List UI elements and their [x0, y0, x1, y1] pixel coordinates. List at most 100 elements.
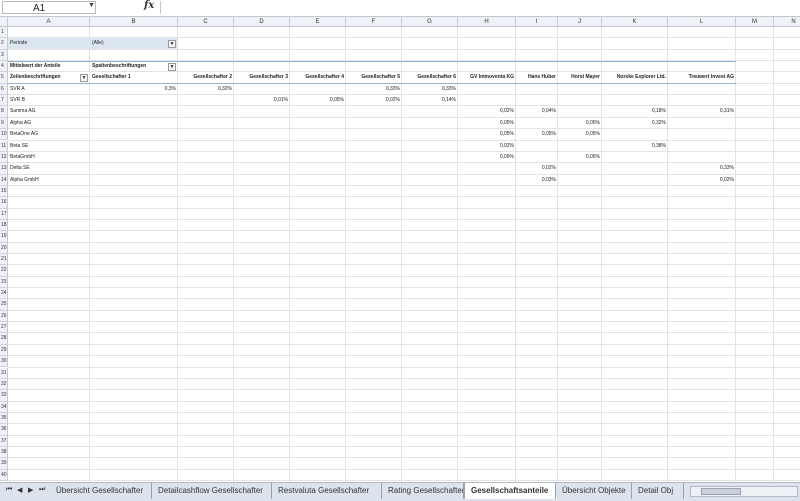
column-header-g[interactable]: G — [402, 17, 458, 27]
first-sheet-icon[interactable]: ⏮ — [6, 486, 12, 494]
pivot-row-label-cell[interactable]: Beta SE — [10, 141, 88, 152]
row-header[interactable]: 3 — [0, 49, 8, 62]
row-header[interactable]: 21 — [0, 254, 8, 266]
pivot-value-cell[interactable]: 0,01% — [236, 95, 288, 106]
row-header[interactable]: 22 — [0, 265, 8, 277]
pivot-value-cell[interactable]: 0,14% — [404, 95, 456, 106]
column-header-c[interactable]: C — [178, 17, 234, 27]
pivot-value-cell[interactable]: 0,09% — [460, 152, 514, 163]
column-header-b[interactable]: B — [90, 17, 178, 27]
pivot-value-cell[interactable]: 0,33% — [670, 163, 734, 174]
pivot-value-cell[interactable]: 0,05% — [460, 118, 514, 129]
row-header[interactable]: 38 — [0, 446, 8, 459]
row-header[interactable]: 10 — [0, 129, 8, 141]
row-header[interactable]: 11 — [0, 140, 8, 152]
column-header-d[interactable]: D — [234, 17, 290, 27]
column-header-h[interactable]: H — [458, 17, 516, 27]
row-header[interactable]: 37 — [0, 435, 8, 447]
row-header[interactable]: 34 — [0, 401, 8, 413]
pivot-value-cell[interactable]: 0,38% — [604, 141, 666, 152]
row-header[interactable]: 7 — [0, 95, 8, 107]
row-header[interactable]: 23 — [0, 276, 8, 289]
pivot-value-cell[interactable]: 0,33% — [348, 84, 400, 95]
pivot-value-cell[interactable]: 0,05% — [560, 152, 600, 163]
column-header-i[interactable]: I — [516, 17, 558, 27]
spreadsheet-grid[interactable]: A B C D E F G H I J K L M N 1 2 3 4 5 6 7 8 9 10 11 12 13 14 15 16 17 1… — [0, 17, 800, 482]
sheet-tab[interactable]: Restvaluta Gesellschafter — [272, 483, 382, 499]
column-header-m[interactable]: M — [736, 17, 774, 27]
row-header[interactable]: 39 — [0, 458, 8, 470]
pivot-value-cell[interactable]: 0,05% — [518, 129, 556, 140]
formula-input[interactable] — [160, 1, 800, 14]
sheet-tab[interactable]: Rating Gesellschafter — [382, 483, 464, 499]
row-header[interactable]: 8 — [0, 106, 8, 118]
pivot-value-cell[interactable]: 0,04% — [518, 106, 556, 117]
pivot-value-cell[interactable]: 0,33% — [404, 84, 456, 95]
column-header-n[interactable]: N — [774, 17, 800, 27]
column-header-l[interactable]: L — [668, 17, 736, 27]
pivot-value-cell[interactable]: 0,31% — [670, 106, 734, 117]
pivot-value-cell[interactable]: 0,32% — [180, 84, 232, 95]
pivot-value-label[interactable]: Mittelwert der Anteile — [10, 61, 88, 72]
filter-dropdown-icon[interactable]: ▼ — [168, 39, 176, 48]
pivot-value-cell[interactable]: 0,05% — [560, 118, 600, 129]
row-header[interactable]: 12 — [0, 151, 8, 164]
column-header-a[interactable]: A — [8, 17, 90, 27]
row-header[interactable]: 30 — [0, 356, 8, 368]
pivot-row-label-cell[interactable]: SVR B — [10, 95, 88, 106]
row-header[interactable]: 14 — [0, 174, 8, 186]
pivot-value-cell[interactable]: 0,32% — [604, 118, 666, 129]
row-header[interactable]: 18 — [0, 219, 8, 232]
row-header[interactable]: 1 — [0, 27, 8, 39]
pivot-filter-label[interactable]: Periode — [10, 38, 88, 49]
sheet-tab[interactable]: Detail Obj — [632, 483, 684, 499]
row-header[interactable]: 6 — [0, 83, 8, 96]
pivot-value-cell[interactable]: 0,03% — [518, 175, 556, 186]
row-header[interactable]: 24 — [0, 288, 8, 300]
pivot-value-cell[interactable]: 0,05% — [292, 95, 344, 106]
pivot-value-cell[interactable]: 0,02% — [348, 95, 400, 106]
last-sheet-icon[interactable]: ⏭ — [39, 486, 45, 494]
pivot-value-cell[interactable]: 0,02% — [670, 175, 734, 186]
pivot-row-label-cell[interactable]: Alpha AG — [10, 118, 88, 129]
chevron-down-icon[interactable]: ▼ — [88, 2, 95, 9]
row-header[interactable]: 31 — [0, 367, 8, 379]
column-header-f[interactable]: F — [346, 17, 402, 27]
row-header[interactable]: 36 — [0, 424, 8, 436]
pivot-value-cell[interactable]: 0,05% — [460, 129, 514, 140]
name-box[interactable]: A1 — [2, 1, 96, 14]
row-header[interactable]: 13 — [0, 163, 8, 175]
prev-sheet-icon[interactable]: ◀ — [17, 486, 22, 494]
row-header[interactable]: 2 — [0, 38, 8, 50]
pivot-value-cell[interactable]: 0,02% — [460, 106, 514, 117]
column-filter-icon[interactable]: ▼ — [168, 62, 176, 71]
pivot-row-label-cell[interactable]: Delta SE — [10, 163, 88, 174]
row-header[interactable]: 5 — [0, 72, 8, 84]
pivot-row-label-cell[interactable]: Summa AG — [10, 106, 88, 117]
row-header[interactable]: 15 — [0, 185, 8, 198]
row-filter-icon[interactable]: ▼ — [80, 73, 88, 82]
pivot-value-cell[interactable]: 0,02% — [460, 141, 514, 152]
row-header[interactable]: 19 — [0, 231, 8, 243]
row-header[interactable]: 35 — [0, 412, 8, 425]
sheet-tab[interactable]: Übersicht Objekte — [556, 483, 632, 499]
column-header-e[interactable]: E — [290, 17, 346, 27]
row-header[interactable]: 4 — [0, 61, 8, 73]
pivot-filter-value[interactable]: (Alle) — [92, 38, 176, 49]
pivot-row-label-cell[interactable]: BetaOne AG — [10, 129, 88, 140]
row-header[interactable]: 32 — [0, 378, 8, 391]
row-header[interactable]: 26 — [0, 310, 8, 323]
column-header-k[interactable]: K — [602, 17, 668, 27]
function-icon[interactable]: fx — [144, 0, 154, 11]
row-header[interactable]: 17 — [0, 208, 8, 220]
pivot-row-label-cell[interactable]: BetaGmbH — [10, 152, 88, 163]
sheet-tab[interactable]: Übersicht Gesellschafter — [50, 483, 152, 499]
row-header[interactable]: 40 — [0, 469, 8, 481]
sheet-tab[interactable]: Gesellschaftsanteile — [464, 483, 556, 499]
row-header[interactable]: 28 — [0, 333, 8, 345]
row-header[interactable]: 9 — [0, 117, 8, 130]
pivot-row-label-cell[interactable]: Alpha GmbH — [10, 175, 88, 186]
pivot-value-cell[interactable]: 0,05% — [560, 129, 600, 140]
row-header[interactable]: 25 — [0, 299, 8, 311]
select-all-corner[interactable] — [0, 17, 8, 27]
